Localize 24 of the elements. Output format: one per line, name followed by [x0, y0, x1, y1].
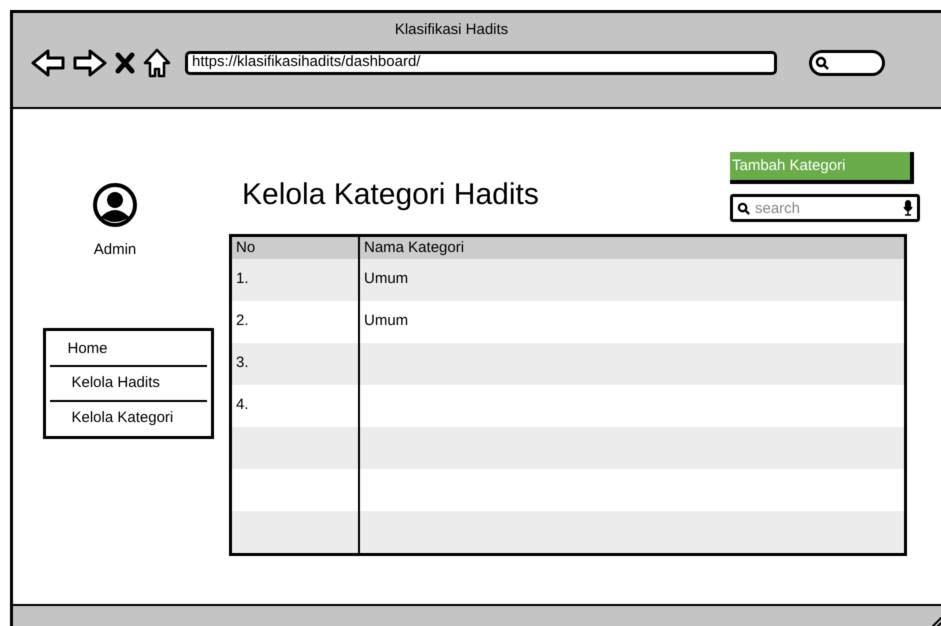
page-title: Kelola Kategori Hadits — [242, 177, 539, 213]
microphone-icon[interactable] — [903, 200, 913, 216]
window-title: Klasifikasi Hadits — [394, 20, 508, 40]
url-field[interactable]: https://klasifikasihadits/dashboard/ — [185, 50, 777, 74]
menu-item[interactable]: Kelola Kategori — [50, 400, 206, 434]
table-cell: 1. — [236, 270, 249, 287]
search-field[interactable]: search — [730, 194, 920, 222]
user-name: Admin — [94, 240, 136, 260]
home-icon[interactable] — [143, 48, 171, 78]
table-cell: 4. — [236, 396, 249, 413]
search-icon — [815, 56, 829, 70]
table-cell: Umum — [364, 270, 408, 287]
table-cell: Umum — [364, 312, 408, 329]
forward-icon[interactable] — [73, 48, 107, 76]
table-cell: 3. — [236, 354, 249, 371]
menu-item[interactable]: Kelola Hadits — [50, 365, 206, 400]
search-icon — [737, 202, 750, 215]
browser-search-field[interactable] — [809, 50, 885, 76]
menu-item[interactable]: Home — [46, 332, 210, 365]
close-icon[interactable] — [115, 52, 135, 74]
table-cell: 2. — [236, 312, 249, 329]
user-avatar-icon — [91, 181, 139, 229]
back-icon[interactable] — [31, 48, 65, 76]
column-header: Nama Kategori — [363, 238, 466, 258]
